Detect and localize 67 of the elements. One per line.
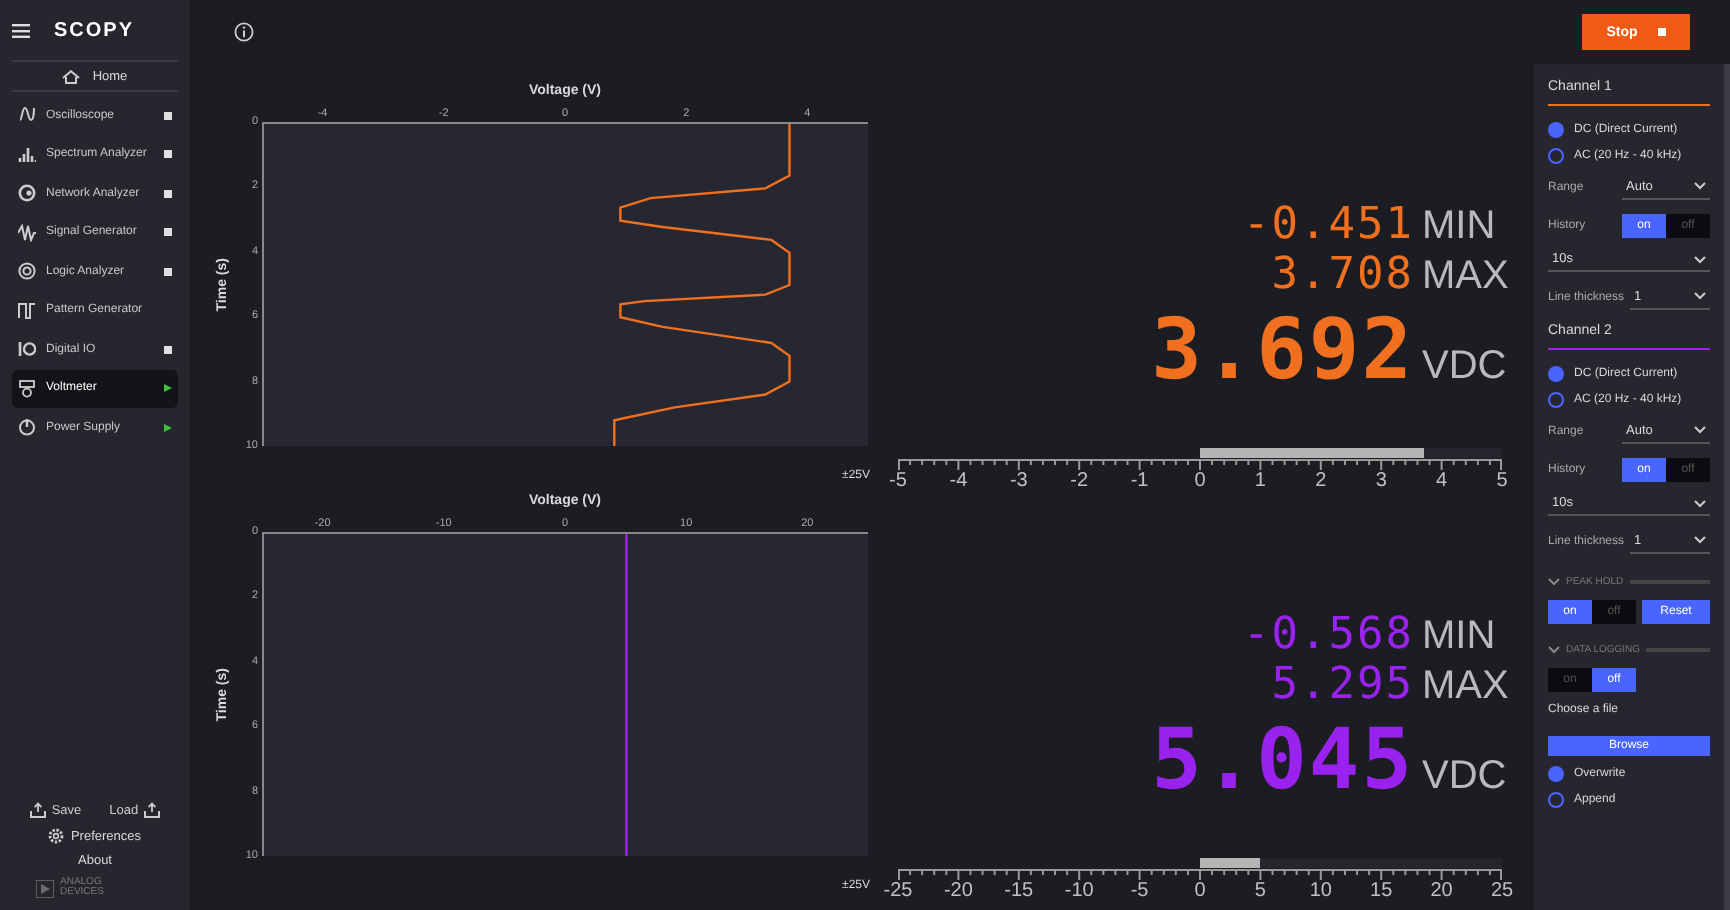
chevron-icon[interactable] xyxy=(1548,578,1560,586)
pulse-icon xyxy=(18,301,36,320)
max-label: MAX xyxy=(1422,254,1511,300)
upload-icon xyxy=(29,802,46,818)
min-reading: -0.451 xyxy=(1243,200,1414,250)
scale-label: -1 xyxy=(1130,470,1149,492)
scale-label: 1 xyxy=(1254,470,1266,492)
stop-indicator-icon xyxy=(164,345,172,354)
min-label: MIN xyxy=(1422,614,1498,660)
chevron-icon[interactable] xyxy=(1548,646,1560,654)
home-icon xyxy=(62,69,81,83)
menu-icon[interactable] xyxy=(12,23,30,37)
unit-label: VDC xyxy=(1422,754,1509,800)
scale-label: -5 xyxy=(1130,880,1149,902)
unit-label: VDC xyxy=(1422,344,1509,390)
app-logo: SCOPY xyxy=(54,19,135,41)
min-reading: -0.568 xyxy=(1243,610,1414,660)
scale-label: 0 xyxy=(1194,470,1206,492)
stop-indicator-icon xyxy=(164,150,172,159)
stop-icon xyxy=(1657,28,1666,36)
caret-icon xyxy=(1694,292,1706,300)
scale-label: 20 xyxy=(1430,880,1453,902)
scale-label: 0 xyxy=(1194,880,1206,902)
stop-indicator-icon xyxy=(164,111,172,120)
scale-label: 15 xyxy=(1370,880,1393,902)
target-icon xyxy=(18,262,36,281)
caret-icon xyxy=(1694,182,1706,190)
scale-label: -25 xyxy=(883,880,913,902)
scale-label: 25 xyxy=(1490,880,1514,902)
scale-label: -20 xyxy=(943,880,973,902)
ring-icon xyxy=(18,184,36,203)
bars-icon xyxy=(18,145,36,164)
scale-label: 2 xyxy=(1315,470,1327,492)
scale-label: 3 xyxy=(1375,470,1387,492)
info-icon[interactable] xyxy=(234,22,254,42)
caret-icon xyxy=(1694,499,1706,507)
caret-icon xyxy=(1694,426,1706,434)
scale-label: 4 xyxy=(1436,470,1448,492)
scale-label: 5 xyxy=(1254,880,1266,902)
scale-label: 5 xyxy=(1496,470,1508,492)
scale-label: -15 xyxy=(1004,880,1034,902)
play-indicator-icon xyxy=(164,384,172,393)
scale-label: -2 xyxy=(1070,470,1089,492)
scale-label: -4 xyxy=(949,470,968,492)
zigzag-icon xyxy=(18,223,36,242)
play-indicator-icon xyxy=(164,423,172,432)
voltage-reading: 5.045 xyxy=(1151,710,1414,808)
meter-icon xyxy=(18,379,36,398)
stop-indicator-icon xyxy=(164,228,172,237)
settings-icon xyxy=(48,828,65,844)
min-label: MIN xyxy=(1422,204,1498,250)
max-label: MAX xyxy=(1422,664,1511,710)
max-reading: 3.708 xyxy=(1271,250,1414,300)
scale-label: -5 xyxy=(889,470,907,492)
power-icon xyxy=(18,418,36,437)
voltage-reading: 3.692 xyxy=(1151,300,1414,398)
scale-label: 10 xyxy=(1309,880,1332,902)
upload-icon xyxy=(144,802,161,818)
stop-indicator-icon xyxy=(164,189,172,198)
scale-label: -3 xyxy=(1009,470,1028,492)
stop-indicator-icon xyxy=(164,267,172,276)
wave-icon xyxy=(18,106,36,125)
scale-label: -10 xyxy=(1064,880,1094,902)
caret-icon xyxy=(1694,536,1706,544)
caret-icon xyxy=(1694,255,1706,263)
max-reading: 5.295 xyxy=(1271,660,1414,710)
triangle-logo-icon xyxy=(36,879,54,897)
